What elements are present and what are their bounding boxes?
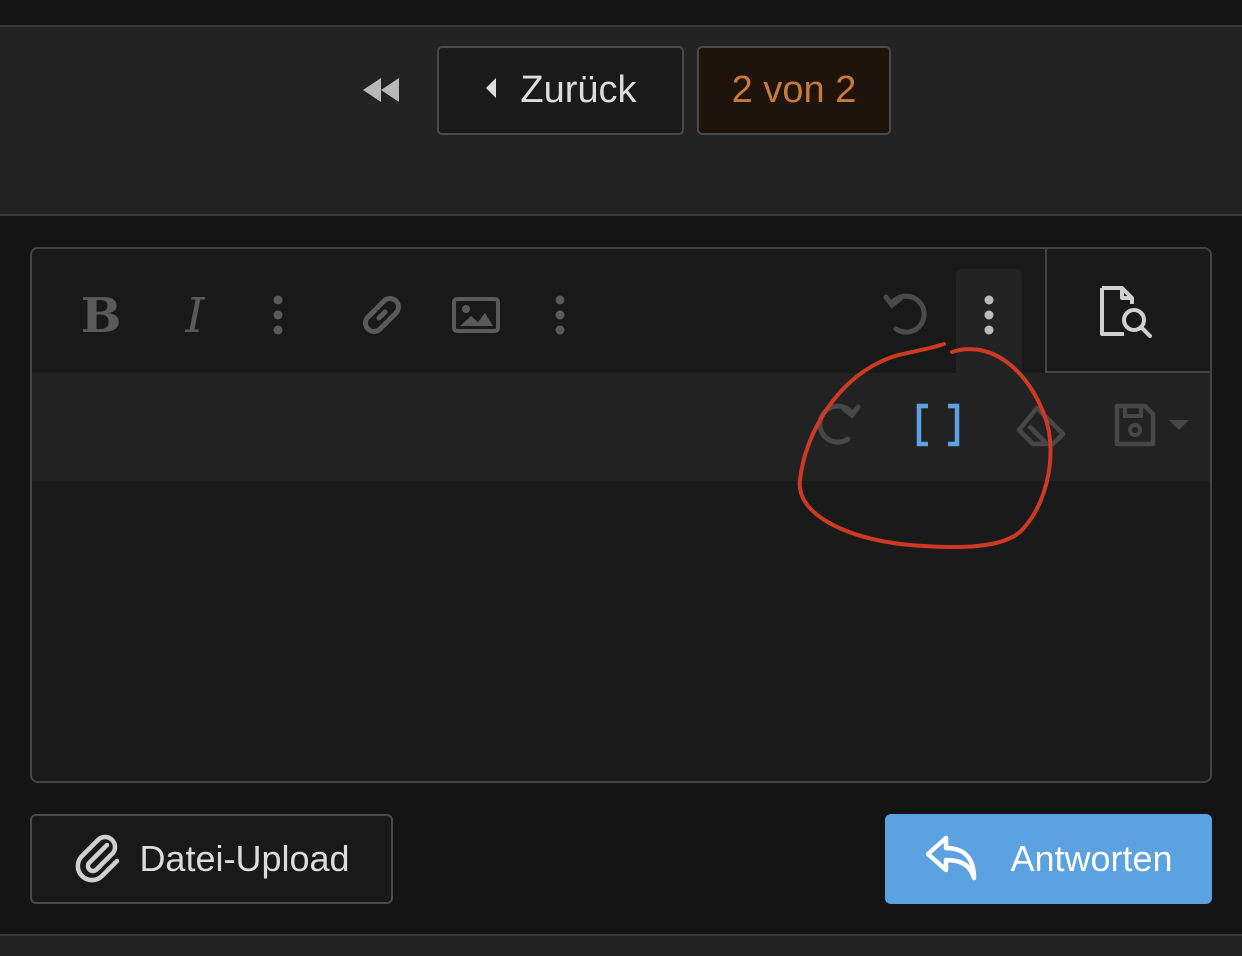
reply-arrow-icon <box>924 832 980 887</box>
insert-link-button[interactable] <box>352 285 412 349</box>
eraser-icon <box>1015 402 1069 453</box>
undo-icon <box>880 289 932 346</box>
bold-button[interactable]: B <box>76 285 126 349</box>
drafts-menu-button[interactable] <box>1106 397 1196 457</box>
previous-page-button[interactable]: Zurück <box>437 46 684 135</box>
undo-button[interactable] <box>876 285 936 349</box>
more-misc-options-button[interactable] <box>966 285 1012 349</box>
reply-button[interactable]: Antworten <box>885 814 1212 904</box>
redo-icon <box>812 399 864 456</box>
previous-page-label: Zurück <box>520 69 637 111</box>
top-edge <box>0 0 1242 25</box>
italic-button[interactable]: I <box>170 285 220 349</box>
svg-text:I: I <box>185 290 206 340</box>
file-upload-button[interactable]: Datei-Upload <box>30 814 393 904</box>
editor-toolbar-misc <box>32 373 1210 481</box>
brackets-icon <box>915 403 961 452</box>
message-text-area[interactable] <box>32 481 1210 781</box>
page-indicator-label: 2 von 2 <box>731 69 857 111</box>
vertical-ellipsis-icon <box>272 295 284 340</box>
message-editor: B I <box>30 247 1212 783</box>
pagination-bar: Zurück 2 von 2 <box>0 25 1242 216</box>
preview-button[interactable] <box>1091 279 1161 349</box>
link-icon <box>357 290 407 345</box>
image-icon <box>451 295 501 340</box>
file-upload-label: Datei-Upload <box>139 838 350 879</box>
more-text-options-button[interactable] <box>260 285 296 349</box>
preview-panel <box>1045 249 1210 373</box>
bold-icon: B <box>81 288 122 345</box>
footer-edge <box>0 934 1242 956</box>
document-search-icon <box>1096 284 1156 345</box>
remove-format-button[interactable] <box>1010 397 1074 457</box>
vertical-ellipsis-icon <box>983 295 995 340</box>
paperclip-icon <box>73 831 121 888</box>
insert-image-button[interactable] <box>446 285 506 349</box>
first-page-button[interactable] <box>356 72 406 112</box>
reply-label: Antworten <box>1010 838 1173 879</box>
double-chevron-left-icon <box>359 74 403 111</box>
svg-text:B: B <box>81 290 121 340</box>
floppy-disk-icon <box>1111 402 1191 453</box>
italic-icon: I <box>175 288 215 345</box>
editor-toolbar-main: B I <box>32 249 1210 373</box>
caret-left-icon <box>484 77 498 104</box>
more-insert-options-button[interactable] <box>542 285 578 349</box>
bbcode-toggle-button[interactable] <box>908 397 968 457</box>
redo-button[interactable] <box>808 397 868 457</box>
page-indicator[interactable]: 2 von 2 <box>697 46 891 135</box>
vertical-ellipsis-icon <box>554 295 566 340</box>
